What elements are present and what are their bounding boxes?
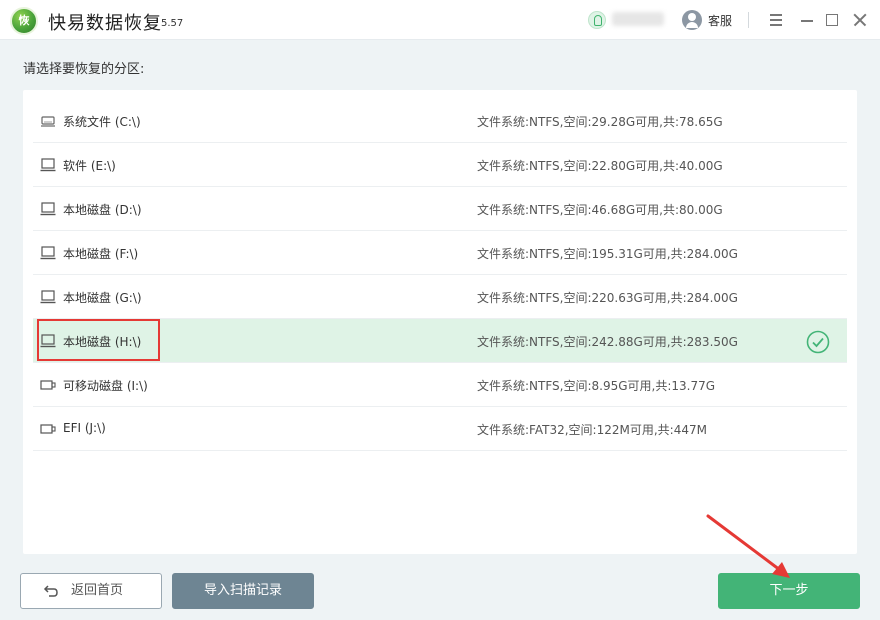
annotation-highlight-box	[37, 319, 160, 361]
menu-icon[interactable]	[766, 10, 786, 30]
partition-info: 文件系统:NTFS,空间:46.68G可用,共:80.00G	[477, 203, 723, 217]
partition-info: 文件系统:NTFS,空间:220.63G可用,共:284.00G	[477, 291, 738, 305]
partition-name: 系统文件 (C:\)	[63, 115, 141, 129]
partition-info: 文件系统:NTFS,空间:195.31G可用,共:284.00G	[477, 247, 738, 261]
app-logo-icon: 恢	[10, 7, 38, 35]
partition-info: 文件系统:NTFS,空间:242.88G可用,共:283.50G	[477, 335, 738, 349]
app-version: 5.57	[161, 18, 184, 29]
next-step-button[interactable]: 下一步	[718, 573, 860, 609]
selected-check-icon	[806, 330, 830, 354]
hard-drive-icon	[40, 114, 56, 128]
partition-name: 软件 (E:\)	[63, 159, 116, 173]
user-account-icon[interactable]	[588, 11, 606, 29]
partition-row[interactable]: 本地磁盘 (D:\) 文件系统:NTFS,空间:46.68G可用,共:80.00G	[33, 187, 847, 231]
partition-info: 文件系统:NTFS,空间:29.28G可用,共:78.65G	[477, 115, 723, 129]
partition-row[interactable]: 可移动磁盘 (I:\) 文件系统:NTFS,空间:8.95G可用,共:13.77G	[33, 363, 847, 407]
app-logo-text: 恢	[18, 14, 30, 27]
laptop-drive-icon	[40, 290, 56, 304]
partition-name: 本地磁盘 (D:\)	[63, 203, 142, 217]
partition-row[interactable]: EFI (J:\) 文件系统:FAT32,空间:122M可用,共:447M	[33, 407, 847, 451]
customer-service-link[interactable]: 客服	[708, 12, 732, 29]
back-home-label: 返回首页	[71, 583, 124, 598]
close-icon[interactable]	[850, 10, 870, 30]
partition-name: EFI (J:\)	[63, 421, 106, 435]
partition-info: 文件系统:NTFS,空间:22.80G可用,共:40.00G	[477, 159, 723, 173]
partition-info: 文件系统:FAT32,空间:122M可用,共:447M	[477, 423, 707, 437]
partition-name: 可移动磁盘 (I:\)	[63, 379, 148, 393]
maximize-icon[interactable]	[822, 10, 842, 30]
partition-name: 本地磁盘 (G:\)	[63, 291, 142, 305]
partition-info: 文件系统:NTFS,空间:8.95G可用,共:13.77G	[477, 379, 716, 393]
back-home-button[interactable]: 返回首页	[20, 573, 162, 609]
partition-row[interactable]: 软件 (E:\) 文件系统:NTFS,空间:22.80G可用,共:40.00G	[33, 143, 847, 187]
partition-row[interactable]: 系统文件 (C:\) 文件系统:NTFS,空间:29.28G可用,共:78.65G	[33, 99, 847, 143]
partition-row[interactable]: 本地磁盘 (H:\) 文件系统:NTFS,空间:242.88G可用,共:283.5…	[33, 319, 847, 363]
usb-drive-icon	[40, 422, 56, 436]
usb-drive-icon	[40, 378, 56, 392]
partition-row[interactable]: 本地磁盘 (G:\) 文件系统:NTFS,空间:220.63G可用,共:284.0…	[33, 275, 847, 319]
customer-service-icon[interactable]	[682, 10, 702, 30]
partition-row[interactable]: 本地磁盘 (F:\) 文件系统:NTFS,空间:195.31G可用,共:284.0…	[33, 231, 847, 275]
laptop-drive-icon	[40, 246, 56, 260]
partition-prompt: 请选择要恢复的分区:	[23, 62, 145, 77]
laptop-drive-icon	[40, 202, 56, 216]
partition-list: 系统文件 (C:\) 文件系统:NTFS,空间:29.28G可用,共:78.65G…	[23, 90, 857, 554]
user-name-blurred[interactable]	[612, 12, 664, 26]
title-bar-divider	[748, 12, 749, 28]
app-title: 快易数据恢复	[48, 13, 162, 34]
laptop-drive-icon	[40, 158, 56, 172]
minimize-icon[interactable]	[797, 10, 817, 30]
partition-name: 本地磁盘 (F:\)	[63, 247, 139, 261]
title-bar: 恢 快易数据恢复 5.57 客服	[0, 0, 880, 40]
back-arrow-icon	[43, 585, 58, 597]
import-scan-record-button[interactable]: 导入扫描记录	[172, 573, 314, 609]
